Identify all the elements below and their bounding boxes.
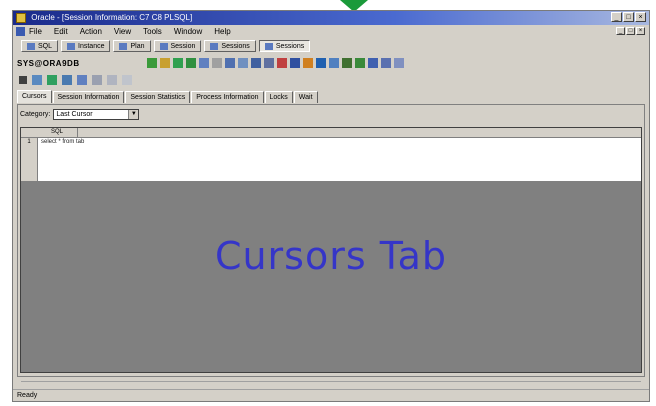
tab-wait[interactable]: Wait bbox=[293, 91, 318, 103]
task-button-label: SQL bbox=[38, 42, 53, 50]
toolbar-icons bbox=[147, 58, 404, 68]
help-icon[interactable] bbox=[394, 58, 404, 68]
app-icon bbox=[16, 13, 26, 23]
report-icon[interactable] bbox=[329, 58, 339, 68]
tab-cursors[interactable]: Cursors bbox=[17, 90, 52, 103]
mdi-restore-button[interactable]: □ bbox=[626, 27, 635, 35]
secondary-toolbar bbox=[13, 72, 655, 88]
window-task-bar: SQL Instance Plan Session Sessions Sessi… bbox=[13, 39, 649, 53]
instance-icon bbox=[67, 42, 76, 50]
document-icon[interactable] bbox=[16, 27, 25, 36]
task-button-session[interactable]: Session bbox=[153, 40, 202, 52]
grid-column-header[interactable]: SQL bbox=[37, 128, 78, 137]
mdi-close-button[interactable]: × bbox=[636, 27, 645, 35]
session-info-icon[interactable] bbox=[290, 58, 300, 68]
overlay-caption: Cursors Tab bbox=[214, 234, 448, 278]
menu-edit[interactable]: Edit bbox=[54, 25, 68, 38]
copy-icon[interactable] bbox=[32, 75, 42, 85]
cursors-panel: Category: Last Cursor ▼ SQL 1 select * f… bbox=[17, 104, 645, 377]
task-button-label: Session bbox=[170, 42, 196, 50]
category-row: Category: Last Cursor ▼ bbox=[20, 109, 140, 120]
find-icon[interactable] bbox=[122, 75, 132, 85]
menu-view[interactable]: View bbox=[114, 25, 131, 38]
commit-icon[interactable] bbox=[173, 58, 183, 68]
sessions-icon bbox=[264, 42, 273, 50]
chevron-down-icon[interactable]: ▼ bbox=[128, 110, 139, 119]
category-label: Category: bbox=[20, 111, 51, 118]
sessions-icon bbox=[210, 42, 219, 50]
wait-icon[interactable] bbox=[316, 58, 326, 68]
task-button-sql[interactable]: SQL bbox=[21, 40, 59, 52]
menu-window[interactable]: Window bbox=[174, 25, 202, 38]
refresh-icon[interactable] bbox=[47, 75, 57, 85]
mdi-minimize-button[interactable]: _ bbox=[616, 27, 625, 35]
window-title: Oracle - [Session Information: C7 C8 PLS… bbox=[31, 13, 193, 22]
connect-icon[interactable] bbox=[147, 58, 157, 68]
tab-strip: Cursors Session Information Session Stat… bbox=[17, 90, 319, 104]
task-button-sessions[interactable]: Sessions bbox=[204, 40, 256, 52]
window-icon[interactable] bbox=[381, 58, 391, 68]
instance-label: SYS@ORA9DB bbox=[17, 58, 80, 68]
explain-icon[interactable] bbox=[225, 58, 235, 68]
task-button-label: Instance bbox=[78, 42, 105, 50]
menu-bar: File Edit Action View Tools Window Help … bbox=[13, 25, 649, 38]
task-button-instance[interactable]: Instance bbox=[61, 40, 111, 52]
category-value: Last Cursor bbox=[56, 111, 93, 118]
save-icon[interactable] bbox=[77, 75, 87, 85]
application-window: Oracle - [Session Information: C7 C8 PLS… bbox=[12, 10, 650, 402]
main-toolbar: SYS@ORA9DB bbox=[13, 55, 649, 71]
trace-icon[interactable] bbox=[238, 58, 248, 68]
session-icon bbox=[159, 42, 168, 50]
rollback-icon[interactable] bbox=[186, 58, 196, 68]
menu-tools[interactable]: Tools bbox=[143, 25, 162, 38]
grid-body: 1 select * from tab bbox=[21, 138, 641, 181]
stats-icon[interactable] bbox=[251, 58, 261, 68]
window-controls: _ □ × bbox=[611, 12, 646, 22]
plan-icon bbox=[119, 42, 128, 50]
kill-session-icon[interactable] bbox=[277, 58, 287, 68]
cut-icon[interactable] bbox=[92, 75, 102, 85]
disconnect-icon[interactable] bbox=[160, 58, 170, 68]
menu-file[interactable]: File bbox=[29, 25, 42, 38]
first-icon[interactable] bbox=[19, 76, 27, 84]
menu-help[interactable]: Help bbox=[214, 25, 230, 38]
task-button-label: Sessions bbox=[275, 42, 305, 50]
mdi-controls: _ □ × bbox=[616, 27, 645, 35]
task-button-plan[interactable]: Plan bbox=[113, 40, 151, 52]
menu-action[interactable]: Action bbox=[80, 25, 102, 38]
print-icon[interactable] bbox=[62, 75, 72, 85]
execute-icon[interactable] bbox=[199, 58, 209, 68]
tab-process-information[interactable]: Process Information bbox=[191, 91, 264, 103]
title-bar: Oracle - [Session Information: C7 C8 PLS… bbox=[13, 11, 649, 25]
close-button[interactable]: × bbox=[635, 12, 646, 22]
task-button-label: Plan bbox=[130, 42, 145, 50]
minimize-button[interactable]: _ bbox=[611, 12, 622, 22]
lock-icon[interactable] bbox=[303, 58, 313, 68]
options-icon[interactable] bbox=[368, 58, 378, 68]
grid-header: SQL bbox=[21, 128, 641, 138]
sql-icon bbox=[27, 42, 35, 50]
grid-cell-sql[interactable]: select * from tab bbox=[41, 139, 84, 145]
category-select[interactable]: Last Cursor ▼ bbox=[53, 109, 140, 120]
cursor-grid[interactable]: SQL 1 select * from tab Cursors Tab bbox=[20, 127, 642, 373]
grid-icon[interactable] bbox=[264, 58, 274, 68]
status-bar: Ready bbox=[13, 389, 649, 401]
maximize-button[interactable]: □ bbox=[623, 12, 634, 22]
export-icon[interactable] bbox=[342, 58, 352, 68]
task-button-label: Sessions bbox=[221, 42, 250, 50]
tab-session-information[interactable]: Session Information bbox=[52, 91, 125, 103]
refresh-icon[interactable] bbox=[212, 58, 222, 68]
task-button-sessions-active[interactable]: Sessions bbox=[258, 40, 311, 52]
filter-icon[interactable] bbox=[355, 58, 365, 68]
row-number: 1 bbox=[21, 138, 38, 181]
tab-session-statistics[interactable]: Session Statistics bbox=[125, 91, 191, 103]
paste-icon[interactable] bbox=[107, 75, 117, 85]
tab-locks[interactable]: Locks bbox=[264, 91, 293, 103]
